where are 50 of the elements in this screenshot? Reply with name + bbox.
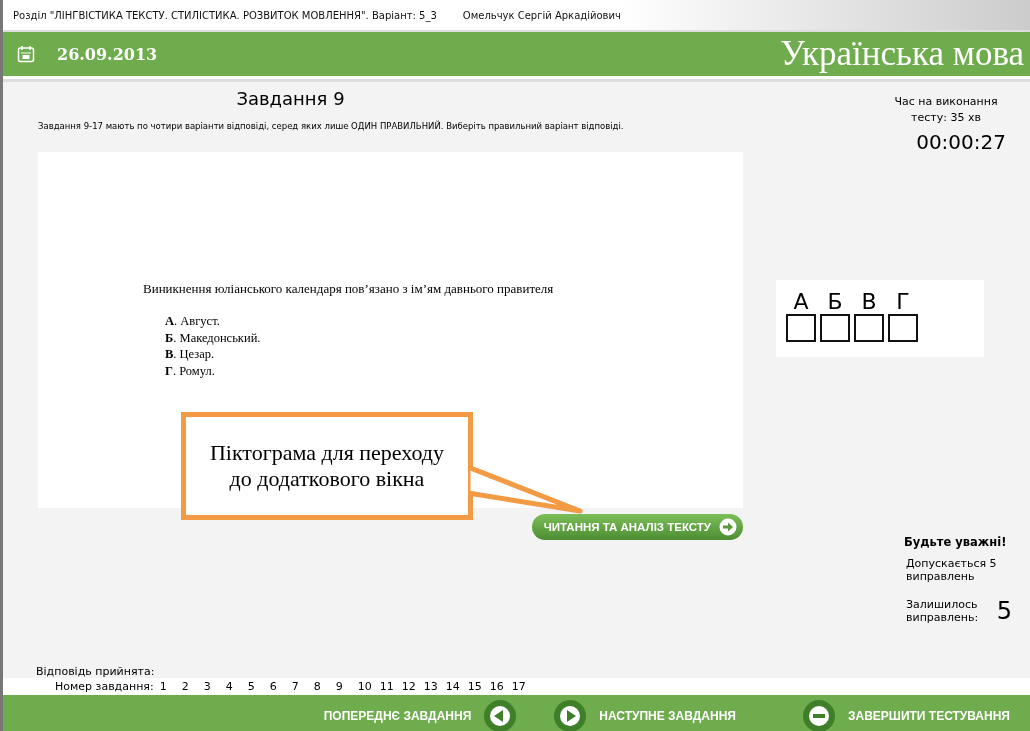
answer-option: Б. Македонський. [165, 329, 743, 346]
task-number-link[interactable]: 16 [489, 680, 512, 693]
answer-letter: В [861, 290, 877, 314]
answer-checkbox[interactable] [888, 314, 918, 342]
callout-box: Піктограма для переходу до додаткового вікна [181, 412, 473, 520]
answer-checkbox[interactable] [854, 314, 884, 342]
arrow-right-icon [553, 698, 588, 731]
task-number-link[interactable]: 6 [269, 680, 292, 693]
user-name: Омельчук Сергій Аркадійович [462, 9, 621, 21]
task-number-link[interactable]: 4 [225, 680, 248, 693]
question-text: Виникнення юліанського календаря пов’язано з ім’ям давнього правителя [143, 281, 555, 297]
task-number-link[interactable]: 12 [401, 680, 424, 693]
task-title: Завдання 9 [235, 88, 346, 109]
task-number-link[interactable]: 3 [203, 680, 226, 693]
arrow-left-icon [483, 698, 518, 731]
answer-checkbox[interactable] [786, 314, 816, 342]
answer-letter: Г [896, 290, 910, 314]
task-number-label: Номер завдання: [55, 680, 154, 693]
answer-letter: Б [827, 290, 843, 314]
date-label: 26.09.2013 [57, 44, 158, 64]
window-title: Розділ "ЛІНГВІСТИКА ТЕКСТУ. СТИЛІСТИКА. РОЗВИТОК МОВЛЕННЯ". Варіант: 5_3 [13, 9, 437, 21]
task-number-link[interactable]: 1 [159, 680, 182, 693]
task-number-link[interactable]: 17 [511, 680, 534, 693]
task-number-link[interactable]: 10 [357, 680, 380, 693]
warning-title: Будьте уважні! [904, 535, 1008, 549]
remaining-corrections-count: 5 [996, 597, 1012, 625]
task-number-link[interactable]: 15 [467, 680, 490, 693]
task-number-link[interactable]: 14 [445, 680, 468, 693]
remaining-corrections-label: Залишилось виправлень: [906, 598, 980, 624]
task-number-link[interactable]: 7 [291, 680, 314, 693]
minus-icon [801, 698, 836, 731]
task-number-link[interactable]: 2 [181, 680, 204, 693]
allowed-corrections-text: Допускається 5 виправлень [906, 557, 998, 583]
answer-option: В. Цезар. [165, 346, 743, 363]
task-instruction: Завдання 9-17 мають по чотири варіанти відповіді, серед яких лише ОДИН ПРАВИЛЬНИЙ. Виберіть правильний варіант відповіді. [38, 121, 625, 131]
task-number-link[interactable]: 11 [379, 680, 402, 693]
subject-title: Українська мова [780, 34, 1024, 74]
answer-checkbox[interactable] [820, 314, 850, 342]
arrow-right-icon [719, 518, 737, 536]
answer-status: Відповідь прийнята: [35, 665, 156, 678]
task-number-link[interactable]: 13 [423, 680, 446, 693]
task-number-link[interactable]: 9 [335, 680, 358, 693]
answer-option: Г. Ромул. [165, 362, 743, 379]
answer-letter: А [793, 290, 809, 314]
task-number-link[interactable]: 5 [247, 680, 270, 693]
task-number-link[interactable]: 8 [313, 680, 336, 693]
calendar-icon [17, 45, 35, 63]
time-limit-label: Час на виконання тесту: 35 хв [893, 94, 999, 126]
answer-option: А. Август. [165, 313, 743, 330]
timer: 00:00:27 [916, 130, 1006, 154]
